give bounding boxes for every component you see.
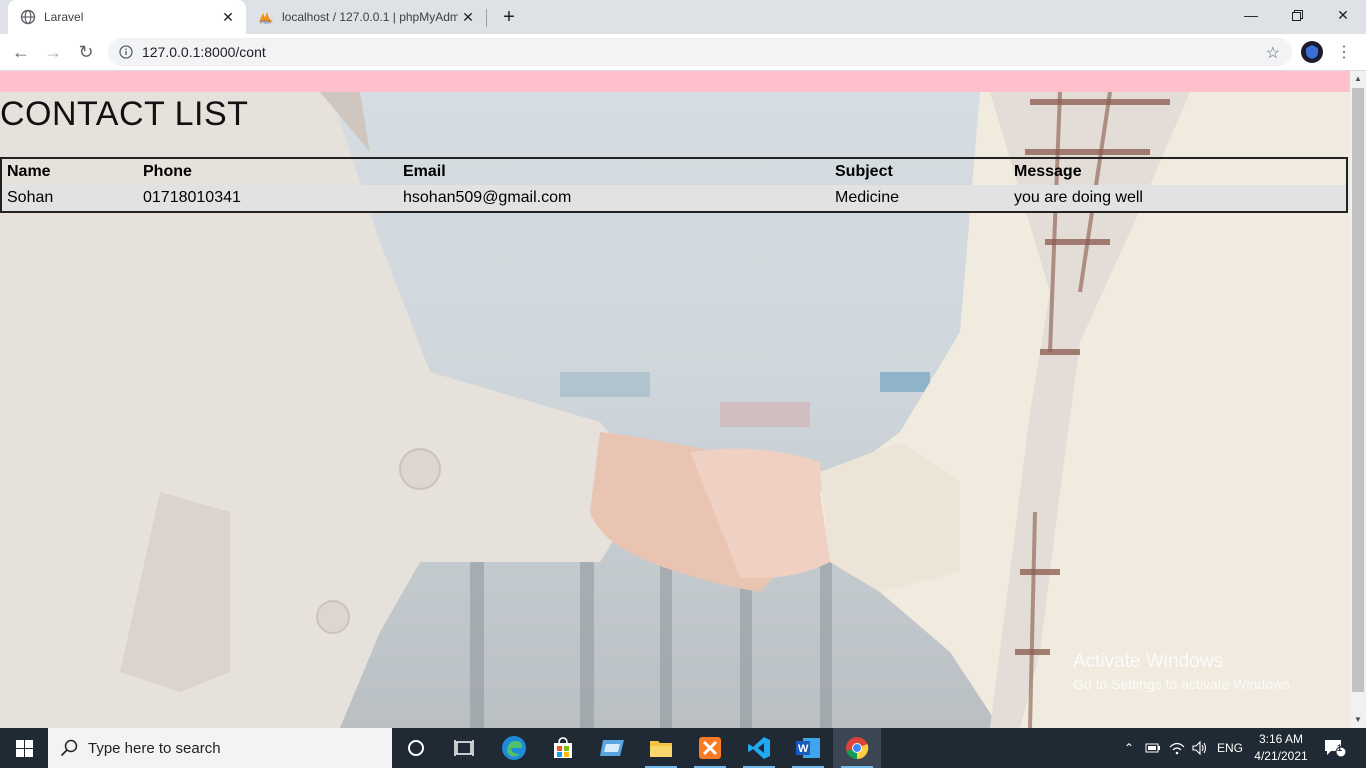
cell-subject: Medicine <box>830 185 1009 212</box>
close-tab-icon[interactable]: ✕ <box>458 7 478 27</box>
tab-title: Laravel <box>44 10 84 24</box>
column-header-message: Message <box>1014 163 1082 180</box>
new-tab-button[interactable]: + <box>497 6 521 28</box>
watermark-title: Activate Windows <box>1073 651 1223 672</box>
word-icon[interactable]: W <box>784 728 832 768</box>
chrome-icon[interactable] <box>833 728 881 768</box>
column-header-name: Name <box>7 163 51 180</box>
forward-icon[interactable]: → <box>39 38 67 66</box>
info-icon[interactable] <box>119 45 133 59</box>
pink-header-bar <box>0 71 1350 92</box>
taskbar-search-box[interactable]: Type here to search <box>48 728 392 768</box>
minimize-icon[interactable]: — <box>1228 0 1274 30</box>
column-header-email: Email <box>403 163 446 180</box>
chevron-up-icon[interactable]: ⌃ <box>1118 728 1140 768</box>
page-viewport: CONTACT LIST Name Phone Email Subject Me… <box>0 71 1350 728</box>
bookmark-star-icon[interactable]: ☆ <box>1266 43 1280 63</box>
store-icon[interactable] <box>539 728 587 768</box>
system-clock[interactable]: 3:16 AM 4/21/2021 <box>1246 731 1316 765</box>
language-indicator[interactable]: ENG <box>1214 728 1246 768</box>
volume-icon[interactable] <box>1189 728 1211 768</box>
cell-message: you are doing well <box>1009 185 1347 212</box>
tab-laravel[interactable]: Laravel ✕ <box>8 0 246 34</box>
url-text: 127.0.0.1:8000/cont <box>142 44 266 60</box>
vscode-icon[interactable] <box>735 728 783 768</box>
browser-window: Laravel ✕ PMA localhost / 127.0.0.1 | ph… <box>0 0 1366 768</box>
browser-menu-icon[interactable]: ⋮ <box>1336 42 1352 62</box>
close-window-icon[interactable]: ✕ <box>1320 0 1366 30</box>
svg-text:PMA: PMA <box>260 20 272 25</box>
search-icon <box>60 739 78 757</box>
scroll-up-arrow-icon[interactable]: ▲ <box>1350 71 1366 87</box>
clock-date: 4/21/2021 <box>1254 749 1308 763</box>
notification-count: 1 <box>1337 743 1343 753</box>
svg-text:W: W <box>798 743 809 755</box>
notification-center-icon[interactable]: 1 <box>1320 728 1350 768</box>
back-icon[interactable]: ← <box>7 38 35 66</box>
contact-table: Name Phone Email Subject Message Sohan 0… <box>0 157 1348 213</box>
edge-icon[interactable] <box>490 728 538 768</box>
tab-strip: Laravel ✕ PMA localhost / 127.0.0.1 | ph… <box>0 0 1366 34</box>
cell-phone: 01718010341 <box>138 185 398 212</box>
close-tab-icon[interactable]: ✕ <box>218 7 238 27</box>
tab-phpmyadmin[interactable]: PMA localhost / 127.0.0.1 | phpMyAdmin ✕ <box>248 0 486 34</box>
scroll-thumb[interactable] <box>1352 88 1364 692</box>
column-header-phone: Phone <box>143 163 192 180</box>
windows-start-icon[interactable] <box>0 728 48 768</box>
xampp-icon[interactable] <box>686 728 734 768</box>
phpmyadmin-icon: PMA <box>259 12 273 25</box>
task-view-icon[interactable] <box>440 728 488 768</box>
cell-email: hsohan509@gmail.com <box>398 185 830 212</box>
address-bar[interactable]: 127.0.0.1:8000/cont ☆ <box>108 38 1292 66</box>
tab-title: localhost / 127.0.0.1 | phpMyAdmin <box>282 10 458 24</box>
windows-taskbar: Type here to search W ⌃ ENG 3:16 AM 4/21… <box>0 728 1366 768</box>
cell-name: Sohan <box>1 185 138 212</box>
file-explorer-icon[interactable] <box>637 728 685 768</box>
vertical-scrollbar[interactable]: ▲ ▼ <box>1350 71 1366 728</box>
clock-time: 3:16 AM <box>1258 732 1304 746</box>
profile-avatar[interactable] <box>1301 41 1323 63</box>
restore-icon[interactable] <box>1274 0 1320 30</box>
globe-icon <box>20 9 36 25</box>
table-row: Sohan 01718010341 hsohan509@gmail.com Me… <box>1 185 1347 212</box>
table-header-row: Name Phone Email Subject Message <box>1 158 1347 185</box>
battery-icon[interactable] <box>1142 728 1164 768</box>
cortana-icon[interactable] <box>392 728 440 768</box>
watermark-subtitle: Go to Settings to activate Windows. <box>1073 676 1294 692</box>
browser-toolbar: ← → ↻ 127.0.0.1:8000/cont ☆ ⋮ <box>0 34 1366 71</box>
search-placeholder: Type here to search <box>88 739 221 757</box>
tab-separator <box>486 9 487 27</box>
wifi-icon[interactable] <box>1166 728 1188 768</box>
page-title: CONTACT LIST <box>0 95 249 133</box>
column-header-subject: Subject <box>835 163 893 180</box>
activate-windows-watermark: Activate Windows Go to Settings to activ… <box>1073 651 1294 692</box>
scroll-down-arrow-icon[interactable]: ▼ <box>1350 712 1366 728</box>
remote-desktop-icon[interactable] <box>588 728 636 768</box>
reload-icon[interactable]: ↻ <box>72 38 100 66</box>
